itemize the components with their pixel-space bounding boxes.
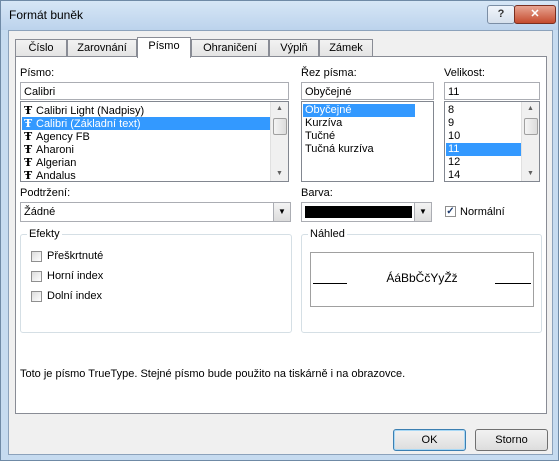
effects-label: Efekty xyxy=(27,228,62,240)
size-list-item-selected[interactable]: 11 xyxy=(446,143,522,156)
style-list-item-selected[interactable]: Obyčejné xyxy=(303,104,415,117)
font-list-item[interactable]: Ŧ Algerian xyxy=(22,156,272,169)
effects-group: Efekty Přeškrtnuté Horní index Dolní ind… xyxy=(20,228,292,333)
scroll-down-arrow-icon[interactable]: ▼ xyxy=(271,167,288,181)
style-list[interactable]: Obyčejné Kurzíva Tučné Tučná kurzíva xyxy=(301,101,434,182)
font-label: Písmo: xyxy=(20,67,55,79)
chevron-down-icon[interactable]: ▼ xyxy=(414,203,431,221)
close-button[interactable]: ✕ xyxy=(514,5,556,24)
tab-pismo[interactable]: Písmo xyxy=(137,37,191,58)
tab-cislo[interactable]: Číslo xyxy=(15,39,67,57)
font-tab-panel: Písmo: Calibri Ŧ Calibri Light (Nadpisy) … xyxy=(15,56,547,414)
superscript-checkbox[interactable] xyxy=(31,271,42,282)
truetype-icon: Ŧ xyxy=(24,143,33,156)
font-input[interactable]: Calibri xyxy=(20,82,289,100)
superscript-label: Horní index xyxy=(47,270,104,282)
size-list-item[interactable]: 9 xyxy=(446,117,522,130)
dialog-client: Číslo Zarovnání Písmo Ohraničení Výplň Z… xyxy=(8,30,553,455)
font-list-item[interactable]: Ŧ Calibri Light (Nadpisy) xyxy=(22,104,272,117)
tab-zamek[interactable]: Zámek xyxy=(319,39,373,57)
size-list-scrollbar[interactable]: ▲ ▼ xyxy=(521,102,539,181)
style-list-item[interactable]: Tučné xyxy=(303,130,415,143)
size-list-item[interactable]: 14 xyxy=(446,169,522,181)
preview-box: ÁáBbČčYyŽž xyxy=(310,252,534,307)
strikethrough-checkbox[interactable] xyxy=(31,251,42,262)
scroll-up-arrow-icon[interactable]: ▲ xyxy=(271,102,288,116)
size-label: Velikost: xyxy=(444,67,485,79)
color-label: Barva: xyxy=(301,187,333,199)
subscript-checkbox[interactable] xyxy=(31,291,42,302)
style-input[interactable]: Obyčejné xyxy=(301,82,434,100)
info-text: Toto je písmo TrueType. Stejné písmo bud… xyxy=(20,368,406,380)
normal-color-label: Normální xyxy=(460,206,505,218)
help-button[interactable]: ? xyxy=(487,5,515,24)
truetype-icon: Ŧ xyxy=(24,156,33,169)
cancel-button[interactable]: Storno xyxy=(475,429,548,451)
scroll-up-arrow-icon[interactable]: ▲ xyxy=(522,102,539,116)
dialog-title: Formát buněk xyxy=(9,8,84,22)
font-list-item[interactable]: Ŧ Agency FB xyxy=(22,130,272,143)
style-list-item[interactable]: Tučná kurzíva xyxy=(303,143,415,156)
font-list-item[interactable]: Ŧ Andalus xyxy=(22,169,272,182)
preview-label: Náhled xyxy=(308,228,347,240)
size-input[interactable]: 11 xyxy=(444,82,540,100)
scroll-down-arrow-icon[interactable]: ▼ xyxy=(522,167,539,181)
size-list-item[interactable]: 8 xyxy=(446,104,522,117)
font-list[interactable]: Ŧ Calibri Light (Nadpisy) Ŧ Calibri (Zákla… xyxy=(20,101,289,182)
normal-color-checkbox[interactable]: ✓ xyxy=(445,206,456,217)
subscript-label: Dolní index xyxy=(47,290,103,302)
color-swatch xyxy=(305,206,412,218)
tab-ohraniceni[interactable]: Ohraničení xyxy=(191,39,269,57)
truetype-icon: Ŧ xyxy=(24,169,33,182)
dialog-window: Formát buněk ? ✕ Číslo Zarovnání Písmo O… xyxy=(0,0,559,461)
title-bar: Formát buněk ? ✕ xyxy=(1,1,558,30)
chevron-down-icon[interactable]: ▼ xyxy=(273,203,290,221)
underline-dropdown[interactable]: Žádné ▼ xyxy=(20,202,291,222)
size-list-item[interactable]: 12 xyxy=(446,156,522,169)
size-list[interactable]: 8 9 10 11 12 14 ▲ ▼ xyxy=(444,101,540,182)
preview-group: Náhled ÁáBbČčYyŽž xyxy=(301,228,542,333)
scroll-thumb[interactable] xyxy=(524,118,538,135)
underline-value: Žádné xyxy=(24,206,56,218)
tab-zarovnani[interactable]: Zarovnání xyxy=(67,39,137,57)
truetype-icon: Ŧ xyxy=(24,130,33,143)
size-list-item[interactable]: 10 xyxy=(446,130,522,143)
ok-button[interactable]: OK xyxy=(393,429,466,451)
style-label: Řez písma: xyxy=(301,67,357,79)
strikethrough-label: Přeškrtnuté xyxy=(47,250,104,262)
truetype-icon: Ŧ xyxy=(24,117,33,130)
tab-vypln[interactable]: Výplň xyxy=(269,39,319,57)
underline-label: Podtržení: xyxy=(20,187,71,199)
style-list-item[interactable]: Kurzíva xyxy=(303,117,415,130)
font-list-item-selected[interactable]: Ŧ Calibri (Základní text) xyxy=(22,117,272,130)
truetype-icon: Ŧ xyxy=(24,104,33,117)
font-list-item[interactable]: Ŧ Aharoni xyxy=(22,143,272,156)
scroll-thumb[interactable] xyxy=(273,118,287,135)
preview-sample: ÁáBbČčYyŽž xyxy=(386,271,458,285)
color-dropdown[interactable]: ▼ xyxy=(301,202,432,222)
font-list-scrollbar[interactable]: ▲ ▼ xyxy=(270,102,288,181)
